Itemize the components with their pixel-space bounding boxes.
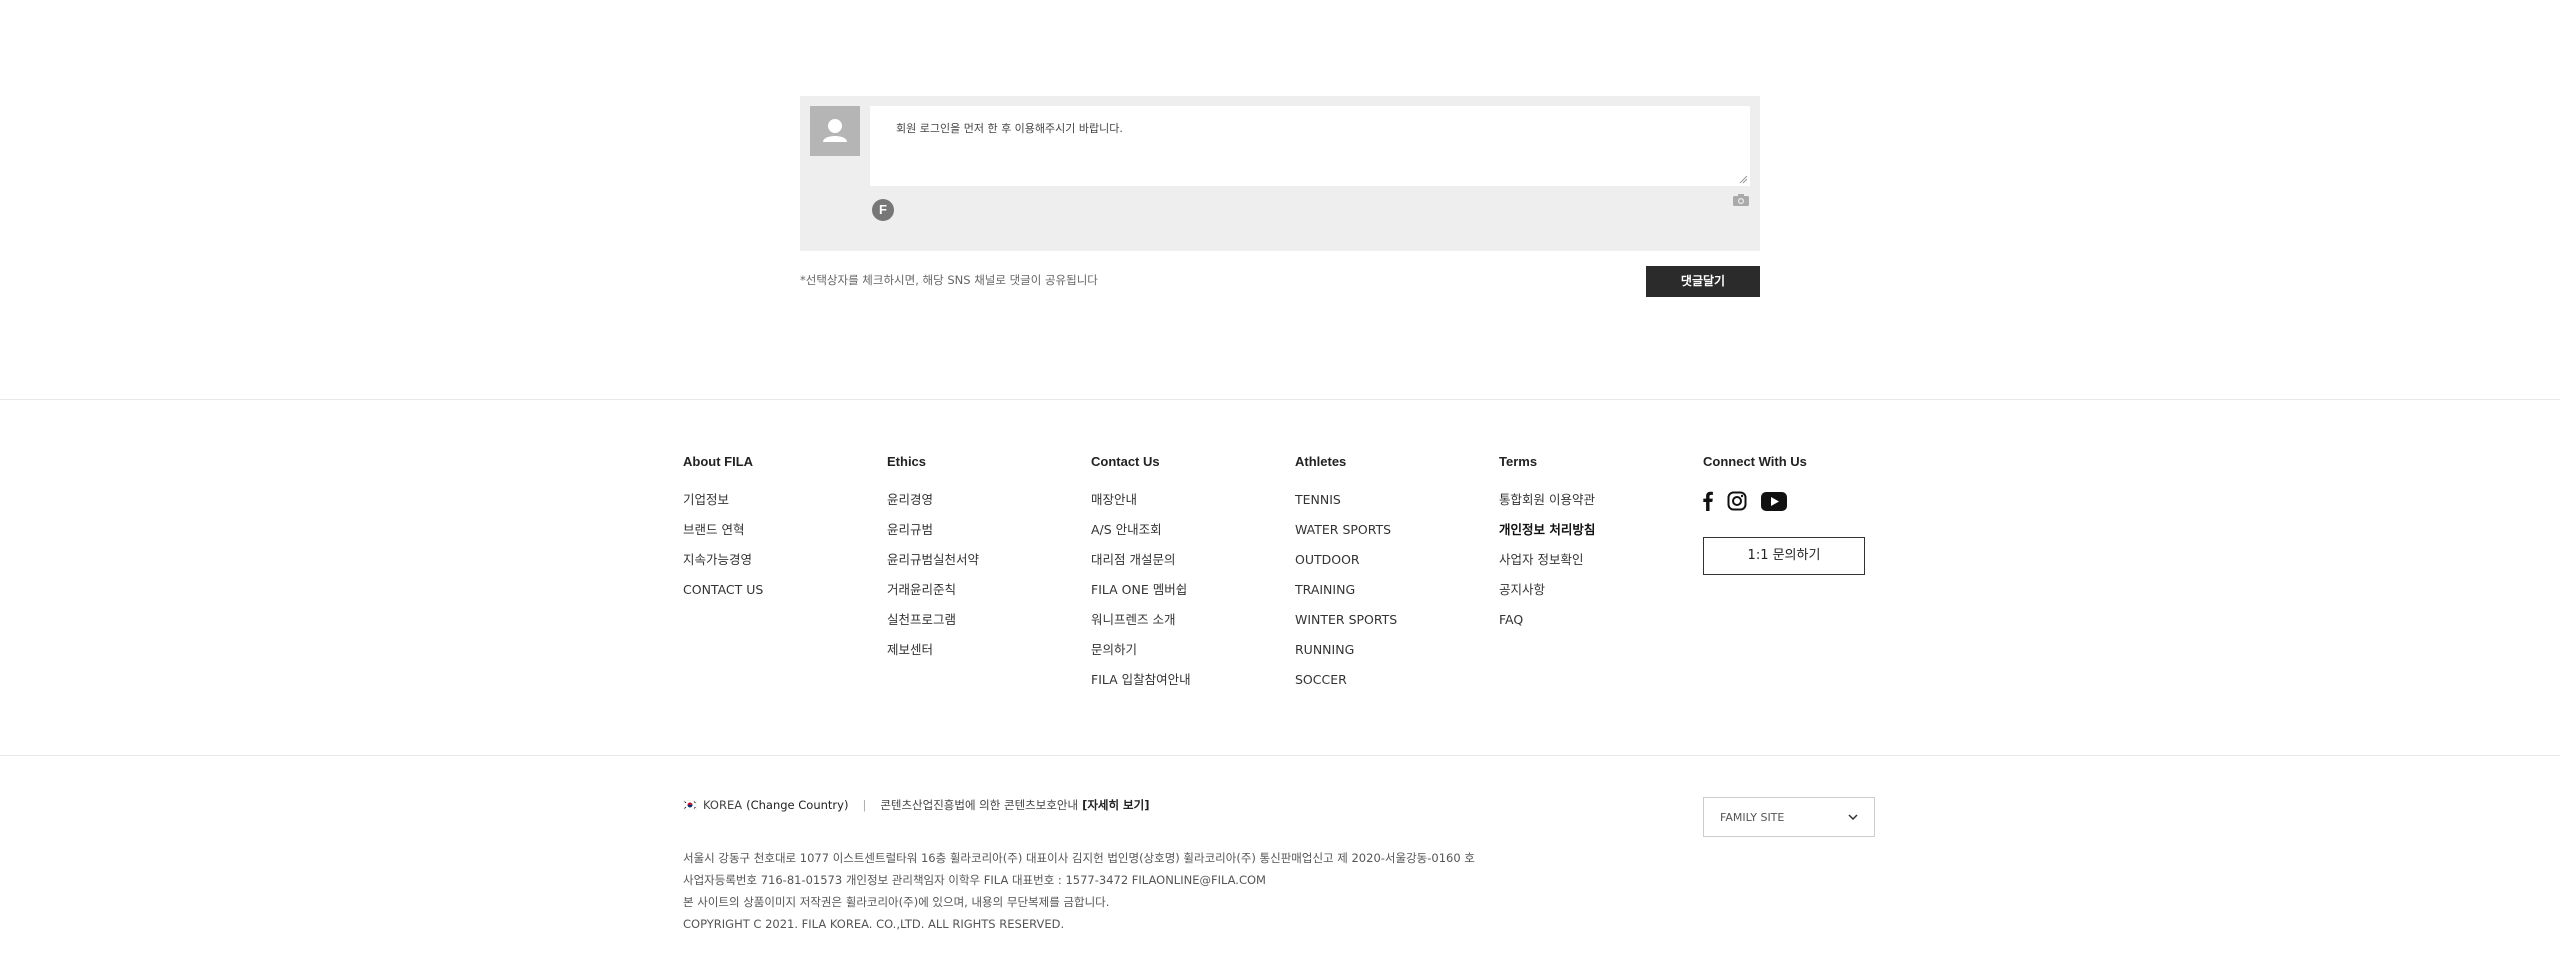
youtube-icon[interactable]	[1761, 491, 1787, 511]
footer-column-ethics: Ethics 윤리경영 윤리규범 윤리규범실천서약 거래윤리준칙 실천프로그램 …	[887, 454, 979, 671]
content-protection-notice: 콘텐츠산업진흥법에 의한 콘텐츠보호안내	[880, 798, 1079, 812]
footer-column-athletes: Athletes TENNIS WATER SPORTS OUTDOOR TRA…	[1295, 454, 1397, 701]
separator: |	[862, 798, 867, 812]
user-icon	[823, 119, 847, 142]
footer-link[interactable]: WINTER SPORTS	[1295, 611, 1397, 641]
footer-link[interactable]: 공지사항	[1499, 581, 1595, 611]
footer-link[interactable]: WATER SPORTS	[1295, 521, 1397, 551]
company-info-line: 서울시 강동구 천호대로 1077 이스트센트럴타워 16층 휠라코리아(주) …	[683, 851, 1475, 865]
footer-link[interactable]: FAQ	[1499, 611, 1595, 641]
fila-sns-icon[interactable]: F	[872, 199, 894, 221]
comment-input[interactable]: 회원 로그인을 먼저 한 후 이용해주시기 바랍니다.	[870, 106, 1750, 186]
footer-column-about: About FILA 기업정보 브랜드 연혁 지속가능경영 CONTACT US	[683, 454, 763, 611]
footer-link[interactable]: 개인정보 처리방침	[1499, 521, 1595, 551]
footer-divider-top	[0, 399, 2560, 400]
inquiry-button[interactable]: 1:1 문의하기	[1703, 537, 1865, 575]
footer-link[interactable]: CONTACT US	[683, 581, 763, 611]
footer-link[interactable]: 대리점 개설문의	[1091, 551, 1191, 581]
footer-link[interactable]: 윤리경영	[887, 491, 979, 521]
footer-link[interactable]: 지속가능경영	[683, 551, 763, 581]
footer-link[interactable]: 제보센터	[887, 641, 979, 671]
column-title: Connect With Us	[1703, 454, 1807, 469]
country-row: KOREA (Change Country) | 콘텐츠산업진흥법에 의한 콘텐…	[683, 797, 1149, 813]
footer-link[interactable]: FILA 입찰참여안내	[1091, 671, 1191, 701]
facebook-icon[interactable]	[1703, 491, 1713, 511]
camera-icon[interactable]	[1732, 193, 1750, 207]
footer-column-connect: Connect With Us 1:1 문의하기	[1703, 454, 1865, 575]
footer-link[interactable]: 사업자 정보확인	[1499, 551, 1595, 581]
company-info-line: COPYRIGHT C 2021. FILA KOREA. CO.,LTD. A…	[683, 917, 1065, 931]
details-link[interactable]: [자세히 보기]	[1082, 797, 1149, 813]
footer-divider-bottom	[0, 755, 2560, 756]
company-info: 서울시 강동구 천호대로 1077 이스트센트럴타워 16층 휠라코리아(주) …	[683, 847, 1475, 935]
submit-comment-button[interactable]: 댓글달기	[1646, 266, 1760, 297]
footer-link[interactable]: 통합회원 이용약관	[1499, 491, 1595, 521]
comment-placeholder: 회원 로그인을 먼저 한 후 이용해주시기 바랍니다.	[896, 122, 1123, 135]
footer-link[interactable]: 문의하기	[1091, 641, 1191, 671]
family-site-label: FAMILY SITE	[1720, 810, 1785, 824]
column-title: Ethics	[887, 454, 927, 469]
comment-box: 회원 로그인을 먼저 한 후 이용해주시기 바랍니다. F	[800, 96, 1760, 251]
resize-grip-icon[interactable]	[1738, 174, 1748, 184]
footer-link[interactable]: 워니프렌즈 소개	[1091, 611, 1191, 641]
footer-link[interactable]: 기업정보	[683, 491, 763, 521]
footer-link[interactable]: TENNIS	[1295, 491, 1397, 521]
korea-flag-icon	[683, 800, 697, 810]
footer-link[interactable]: FILA ONE 멤버쉽	[1091, 581, 1191, 611]
social-links	[1703, 491, 1865, 511]
footer-link[interactable]: TRAINING	[1295, 581, 1397, 611]
footer-link[interactable]: 윤리규범실천서약	[887, 551, 979, 581]
company-info-line: 사업자등록번호 716-81-01573 개인정보 관리책임자 이학우 FILA…	[683, 873, 1266, 887]
footer-column-terms: Terms 통합회원 이용약관 개인정보 처리방침 사업자 정보확인 공지사항 …	[1499, 454, 1595, 641]
chevron-down-icon	[1848, 814, 1858, 820]
instagram-icon[interactable]	[1727, 491, 1747, 511]
footer-link[interactable]: OUTDOOR	[1295, 551, 1397, 581]
footer-column-contact: Contact Us 매장안내 A/S 안내조회 대리점 개설문의 FILA O…	[1091, 454, 1191, 701]
column-title: Athletes	[1295, 454, 1347, 469]
sns-share-notice: *선택상자를 체크하시면, 해당 SNS 채널로 댓글이 공유됩니다	[800, 273, 1098, 287]
footer-link[interactable]: 윤리규범	[887, 521, 979, 551]
footer-link[interactable]: RUNNING	[1295, 641, 1397, 671]
footer-link[interactable]: 브랜드 연혁	[683, 521, 763, 551]
company-info-line: 본 사이트의 상품이미지 저작권은 휠라코리아(주)에 있으며, 내용의 무단복…	[683, 895, 1110, 909]
column-title: Terms	[1499, 454, 1538, 469]
footer-link[interactable]: 실천프로그램	[887, 611, 979, 641]
family-site-select[interactable]: FAMILY SITE	[1703, 797, 1875, 837]
country-name: KOREA	[703, 798, 743, 812]
change-country-link[interactable]: (Change Country)	[746, 798, 848, 812]
footer-link[interactable]: 매장안내	[1091, 491, 1191, 521]
footer-link[interactable]: 거래윤리준칙	[887, 581, 979, 611]
footer-link[interactable]: SOCCER	[1295, 671, 1397, 701]
column-title: Contact Us	[1091, 454, 1160, 469]
column-title: About FILA	[683, 454, 754, 469]
avatar	[810, 106, 860, 156]
footer-link[interactable]: A/S 안내조회	[1091, 521, 1191, 551]
